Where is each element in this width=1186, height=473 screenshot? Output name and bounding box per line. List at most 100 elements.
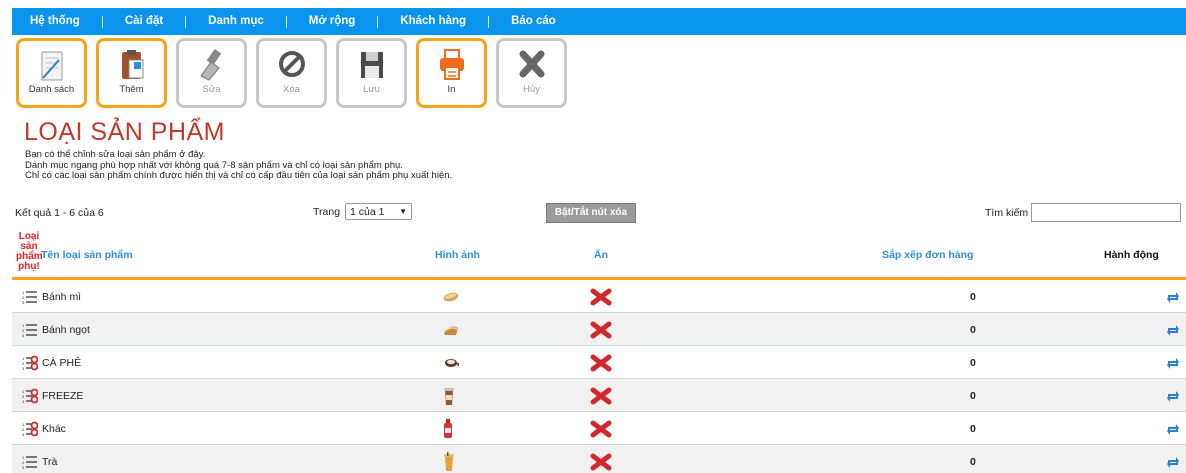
cake-image: [443, 313, 459, 346]
notepad-icon: [41, 51, 62, 81]
page-description: Bạn có thể chỉnh sửa loại sản phẩm ở đây…: [25, 149, 453, 182]
printer-icon: [439, 49, 464, 80]
list-icon[interactable]: 123: [22, 445, 38, 473]
nav-item-he-thong[interactable]: Hệ thống: [12, 8, 102, 35]
cancel-button[interactable]: Hủy: [496, 38, 567, 108]
category-name: Khác: [42, 422, 66, 435]
header-action: Hành động: [1104, 249, 1159, 261]
page-select-value: 1 của 1: [350, 205, 385, 218]
category-name: FREEZE: [42, 389, 84, 402]
sublist-icon[interactable]: 123: [22, 346, 38, 379]
svg-text:3: 3: [22, 399, 25, 404]
table-row[interactable]: 1 2 3 CÀ PHÊ 0: [12, 346, 1186, 379]
print-button[interactable]: In: [416, 38, 487, 108]
nav-item-bao-cao[interactable]: Báo cáo: [489, 8, 578, 35]
refresh-icon[interactable]: [1166, 379, 1180, 412]
refresh-icon[interactable]: [1166, 313, 1180, 346]
sort-order-value[interactable]: 0: [970, 313, 976, 346]
table-row[interactable]: 1 2 3 Bánh mì 0: [12, 280, 1186, 313]
table-row[interactable]: 1 2 3 Khác 0: [12, 412, 1186, 445]
sort-order-value[interactable]: 0: [970, 445, 976, 473]
description-line: Bạn có thể chỉnh sửa loại sản phẩm ở đây…: [25, 149, 206, 160]
delete-button-label: Xóa: [283, 84, 300, 95]
edit-button-label: Sửa: [202, 84, 221, 95]
list-button-label: Danh sách: [28, 84, 75, 95]
category-name: Trà: [42, 455, 58, 468]
page-select[interactable]: 1 của 1 ▼: [345, 203, 413, 220]
refresh-icon[interactable]: [1166, 412, 1180, 445]
table-body: 1 2 3 Bánh mì 0 1 2 3 Bánh ngọt 0 1 2 3 CÀ PHÊ 0 1 2 3 FRE…: [12, 280, 1186, 473]
red-x-icon[interactable]: [590, 280, 612, 313]
page-label: Trang: [313, 205, 341, 218]
category-name: Bánh ngọt: [42, 323, 90, 336]
pager: Trang 1 của 1 ▼: [313, 203, 413, 220]
header-name[interactable]: Tên loại sản phẩm: [41, 249, 133, 261]
add-button[interactable]: Thêm: [96, 38, 167, 108]
table-row[interactable]: 1 2 3 Bánh ngọt 0: [12, 313, 1186, 346]
save-disk-icon: [360, 52, 383, 78]
svg-text:3: 3: [22, 300, 25, 305]
edit-button[interactable]: Sửa: [176, 38, 247, 108]
save-button-label: Lưu: [363, 84, 380, 95]
search-input[interactable]: [1031, 203, 1182, 222]
refresh-icon[interactable]: [1166, 445, 1180, 473]
sort-order-value[interactable]: 0: [970, 280, 976, 313]
category-name: Bánh mì: [42, 290, 82, 303]
svg-text:3: 3: [22, 432, 25, 437]
sort-order-value[interactable]: 0: [970, 346, 976, 379]
table-header: Loại sản phẩm phụ! Tên loại sản phẩm Hìn…: [12, 229, 1186, 280]
nav-item-danh-muc[interactable]: Danh mục: [186, 8, 286, 35]
red-x-icon[interactable]: [590, 346, 612, 379]
header-order[interactable]: Sắp xếp đơn hàng: [882, 249, 973, 261]
description-line: Chỉ có các loại sản phẩm chính được hiển…: [25, 170, 453, 181]
red-x-icon[interactable]: [590, 379, 612, 412]
top-nav: Hệ thống Cài đặt Danh mục Mở rộng Khách …: [12, 8, 1186, 35]
nav-item-khach-hang[interactable]: Khách hàng: [378, 8, 488, 35]
sort-order-value[interactable]: 0: [970, 379, 976, 412]
toolbar: Danh sách Thêm Sửa Xóa Lưu In Hủy: [16, 38, 567, 108]
refresh-icon[interactable]: [1166, 280, 1180, 313]
red-x-icon[interactable]: [590, 313, 612, 346]
sandwich-image: [443, 280, 459, 313]
bottle-image: [443, 412, 453, 445]
search-label: Tìm kiếm: [985, 206, 1029, 219]
results-count: Kết quả 1 - 6 của 6: [15, 207, 104, 219]
svg-text:3: 3: [22, 465, 25, 470]
clipboard-add-icon: [121, 50, 143, 79]
red-x-icon[interactable]: [590, 412, 612, 445]
sort-order-value[interactable]: 0: [970, 412, 976, 445]
category-name: CÀ PHÊ: [42, 356, 82, 369]
coffee-image: [443, 346, 459, 379]
nav-item-cai-dat[interactable]: Cài đặt: [103, 8, 185, 35]
save-button[interactable]: Lưu: [336, 38, 407, 108]
header-image[interactable]: Hình ảnh: [435, 249, 480, 261]
cancel-button-label: Hủy: [523, 84, 540, 95]
page-title: LOẠI SẢN PHẨM: [24, 118, 225, 146]
delete-button[interactable]: Xóa: [256, 38, 327, 108]
prohibited-icon: [278, 51, 305, 77]
close-icon: [519, 50, 544, 78]
sublist-icon[interactable]: 123: [22, 379, 38, 412]
list-icon[interactable]: 123: [22, 313, 38, 346]
red-x-icon[interactable]: [590, 445, 612, 473]
print-button-label: In: [447, 84, 456, 95]
list-button[interactable]: Danh sách: [16, 38, 87, 108]
list-icon[interactable]: 123: [22, 280, 38, 313]
refresh-icon[interactable]: [1166, 346, 1180, 379]
nav-item-mo-rong[interactable]: Mở rộng: [287, 8, 378, 35]
category-table: Loại sản phẩm phụ! Tên loại sản phẩm Hìn…: [12, 229, 1186, 473]
header-hidden[interactable]: Ẩn: [594, 249, 608, 261]
brush-icon: [199, 48, 221, 81]
add-button-label: Thêm: [119, 84, 144, 95]
tea-image: [443, 445, 455, 473]
header-subcategory[interactable]: Loại sản phẩm phụ!: [16, 232, 43, 272]
table-row[interactable]: 1 2 3 Trà 0: [12, 445, 1186, 473]
sublist-icon[interactable]: 123: [22, 412, 38, 445]
table-row[interactable]: 1 2 3 FREEZE 0: [12, 379, 1186, 412]
search-box: Tìm kiếm: [985, 203, 1182, 222]
toggle-delete-button[interactable]: Bật/Tắt nút xóa: [546, 203, 636, 223]
svg-text:3: 3: [22, 333, 25, 338]
chevron-down-icon: ▼: [399, 207, 408, 216]
freeze-drink-image: [443, 379, 455, 412]
svg-text:3: 3: [22, 366, 25, 371]
